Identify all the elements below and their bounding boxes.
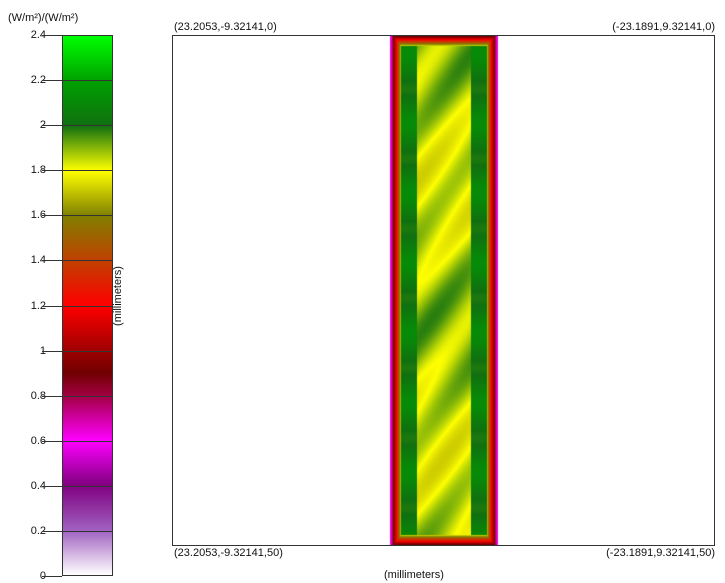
colorbar-tick-label: 0.4 <box>30 480 46 492</box>
colorbar-tick-mark <box>42 35 62 36</box>
colorbar-tick-label: 0.8 <box>30 390 46 402</box>
corner-label-bottom-right: (-23.1891,9.32141,50) <box>606 547 715 559</box>
corner-label-bottom-left: (23.2053,-9.32141,50) <box>174 547 283 559</box>
colorbar-tick-mark <box>42 306 62 307</box>
colorbar-tick-label: 2 <box>2 119 46 131</box>
colorbar-tick-gridline <box>62 215 113 216</box>
colorbar-tick-gridline <box>62 306 113 307</box>
colorbar-tick-mark <box>42 125 62 126</box>
colorbar-tick-gridline <box>62 125 113 126</box>
colorbar-tick-gridline <box>62 486 113 487</box>
colorbar-tick-gridline <box>62 260 113 261</box>
colorbar-tick-gridline <box>62 531 113 532</box>
colorbar-tick-mark <box>42 215 62 216</box>
colorbar-tick-label: 1.2 <box>30 300 46 312</box>
colorbar-tick-gridline <box>62 396 113 397</box>
colorbar-tick-gridline <box>62 80 113 81</box>
corner-label-top-left: (23.2053,-9.32141,0) <box>174 21 277 33</box>
colorbar-tick-label: 1.8 <box>30 164 46 176</box>
colorbar-tick-mark <box>42 441 62 442</box>
x-axis-title: (millimeters) <box>384 569 444 581</box>
colorbar-tick-gridline <box>62 170 113 171</box>
colorbar-tick-mark <box>42 486 62 487</box>
heatmap-canvas <box>173 36 714 545</box>
colorbar-tick-mark <box>42 576 62 577</box>
colorbar-tick-label: 1.6 <box>30 209 46 221</box>
colorbar-tick-label: 0.2 <box>30 525 46 537</box>
colorbar-tick-label: 1 <box>2 345 46 357</box>
colorbar-tick-label: 2.2 <box>30 74 46 86</box>
corner-label-top-right: (-23.1891,9.32141,0) <box>612 21 715 33</box>
y-axis-title: (millimeters) <box>111 266 124 326</box>
colorbar-tick-mark <box>42 170 62 171</box>
colorbar-tick-mark <box>42 351 62 352</box>
colorbar-unit-label: (W/m²)/(W/m²) <box>8 12 79 24</box>
colorbar-tick-mark <box>42 260 62 261</box>
colorbar-tick-gridline <box>62 441 113 442</box>
colorbar-tick-label: 1.4 <box>30 254 46 266</box>
heatmap-plot[interactable] <box>172 35 715 546</box>
colorbar-tick-gridline <box>62 351 113 352</box>
colorbar-tick-mark <box>42 80 62 81</box>
colorbar-tick-mark <box>42 396 62 397</box>
colorbar-tick-label: 2.4 <box>30 29 46 41</box>
colorbar-tick-label: 0 <box>2 570 46 582</box>
colorbar-tick-mark <box>42 531 62 532</box>
colorbar-tick-label: 0.6 <box>30 435 46 447</box>
